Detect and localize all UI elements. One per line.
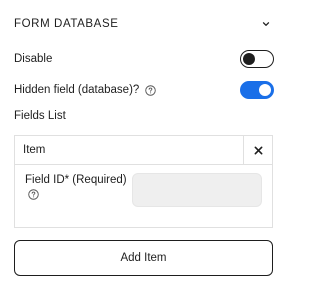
hidden-field-label-group: Hidden field (database)?: [14, 84, 157, 96]
hidden-field-label: Hidden field (database)?: [14, 84, 140, 96]
question-circle-icon[interactable]: [28, 189, 39, 200]
fields-list-label: Fields List: [14, 110, 66, 122]
disable-row: Disable: [14, 48, 274, 70]
add-item-button[interactable]: Add Item: [14, 240, 273, 276]
toggle-knob: [259, 84, 271, 96]
question-circle-icon[interactable]: [145, 84, 157, 96]
close-icon[interactable]: [243, 136, 272, 164]
disable-toggle[interactable]: [240, 50, 274, 68]
section-title: FORM DATABASE: [14, 18, 119, 30]
item-header[interactable]: Item: [15, 136, 272, 165]
form-database-panel: FORM DATABASE Disable Hidden field (data…: [0, 0, 283, 300]
disable-label: Disable: [14, 53, 53, 65]
item-title: Item: [23, 144, 46, 156]
item-body: Field ID* (Required): [15, 165, 272, 229]
field-id-input[interactable]: [132, 173, 262, 207]
hidden-field-toggle[interactable]: [240, 81, 274, 99]
hidden-field-row: Hidden field (database)?: [14, 79, 274, 101]
chevron-down-icon[interactable]: [260, 18, 272, 30]
fields-list-item: Item Field ID* (Required): [14, 135, 273, 228]
field-id-label: Field ID* (Required): [25, 174, 127, 186]
section-header[interactable]: FORM DATABASE: [14, 16, 272, 32]
toggle-knob: [243, 53, 255, 65]
